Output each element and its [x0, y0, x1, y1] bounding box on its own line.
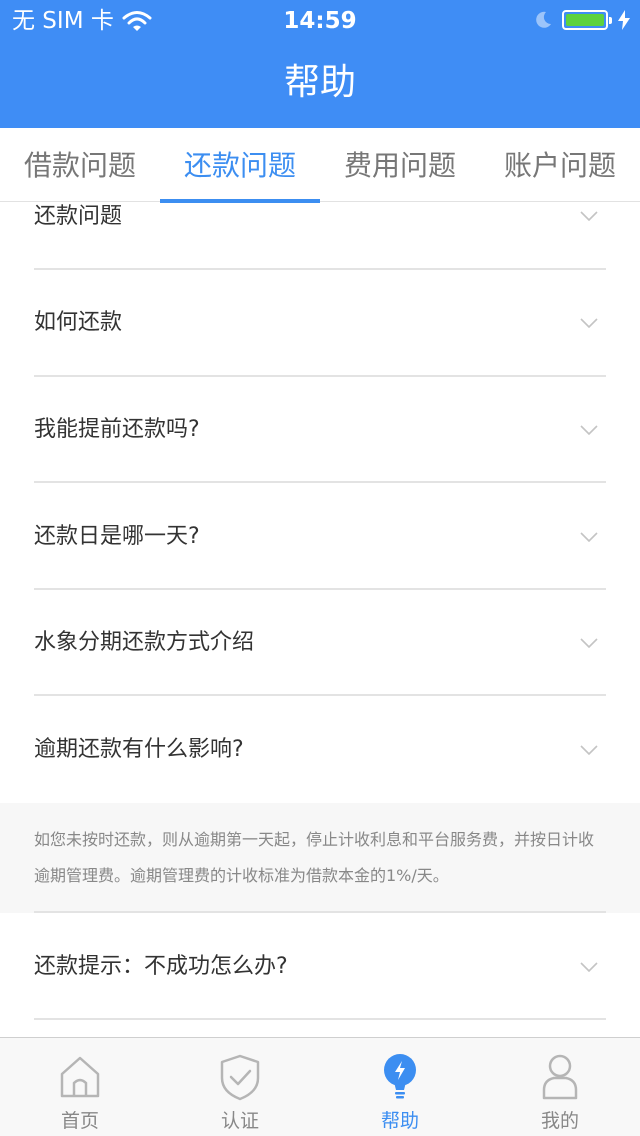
chevron-down-icon — [580, 962, 598, 972]
tabbar-help[interactable]: 帮助 — [320, 1038, 480, 1136]
faq-question: 还款提示：不成功怎么办? — [34, 954, 288, 979]
tab-repayment-questions[interactable]: 还款问题 — [160, 128, 320, 203]
faq-item-repayment-failed[interactable]: 还款提示：不成功怎么办? — [0, 913, 640, 1019]
status-right-group — [534, 8, 630, 32]
category-tabs: 借款问题 还款问题 费用问题 账户问题 — [0, 128, 640, 203]
bottom-tab-bar: 首页 认证 帮助 我的 — [0, 1037, 640, 1136]
faq-question: 还款日是哪一天? — [34, 524, 200, 549]
tab-fee-questions[interactable]: 费用问题 — [320, 128, 480, 202]
chevron-down-icon — [580, 745, 598, 755]
status-bar: 无 SIM 卡 14:59 — [0, 0, 640, 40]
faq-item-repayment-methods[interactable]: 水象分期还款方式介绍 — [0, 590, 640, 696]
chevron-down-icon — [580, 638, 598, 648]
battery-icon — [562, 10, 612, 30]
chevron-down-icon — [580, 425, 598, 435]
shield-check-icon — [220, 1054, 260, 1101]
chevron-down-icon — [580, 532, 598, 542]
faq-answer-text: 如您未按时还款，则从逾期第一天起，停止计收利息和平台服务费，并按日计收逾期管理费… — [34, 830, 595, 885]
home-icon — [60, 1056, 100, 1098]
faq-divider — [34, 1018, 606, 1020]
lightbulb-icon — [384, 1054, 416, 1099]
tabbar-label: 首页 — [60, 1110, 99, 1132]
faq-question: 如何还款 — [34, 310, 123, 335]
tabbar-label: 我的 — [540, 1110, 579, 1132]
faq-item-repayment-date[interactable]: 还款日是哪一天? — [0, 483, 640, 589]
app-header: 无 SIM 卡 14:59 帮助 — [0, 0, 640, 128]
tabbar-mine[interactable]: 我的 — [480, 1038, 640, 1136]
faq-question: 我能提前还款吗? — [34, 417, 200, 442]
tab-account-questions[interactable]: 账户问题 — [480, 128, 640, 202]
faq-item-repayment-questions[interactable]: 还款问题 — [0, 202, 640, 270]
faq-answer-panel: 如您未按时还款，则从逾期第一天起，停止计收利息和平台服务费，并按日计收逾期管理费… — [0, 803, 640, 913]
tabbar-verify[interactable]: 认证 — [160, 1038, 320, 1136]
faq-item-early-repayment[interactable]: 我能提前还款吗? — [0, 377, 640, 483]
battery-level — [566, 14, 604, 26]
faq-question: 水象分期还款方式介绍 — [34, 630, 255, 655]
chevron-down-icon — [580, 318, 598, 328]
page-title: 帮助 — [283, 62, 356, 103]
user-icon — [542, 1054, 578, 1100]
faq-item-overdue-impact[interactable]: 逾期还款有什么影响? — [0, 696, 640, 803]
moon-icon — [536, 11, 551, 28]
tabbar-label: 帮助 — [380, 1110, 419, 1132]
faq-list: 还款问题 如何还款 我能提前还款吗? 还款日是哪一天? 水象分期还款方式介绍 逾… — [0, 202, 640, 1037]
faq-item-how-to-repay[interactable]: 如何还款 — [0, 270, 640, 376]
chevron-down-icon — [580, 211, 598, 221]
tabbar-home[interactable]: 首页 — [0, 1038, 160, 1136]
faq-question: 逾期还款有什么影响? — [34, 737, 244, 762]
tab-borrow-questions[interactable]: 借款问题 — [0, 128, 160, 202]
charging-icon — [618, 10, 630, 30]
tabbar-label: 认证 — [220, 1110, 259, 1132]
faq-question: 还款问题 — [34, 204, 123, 229]
